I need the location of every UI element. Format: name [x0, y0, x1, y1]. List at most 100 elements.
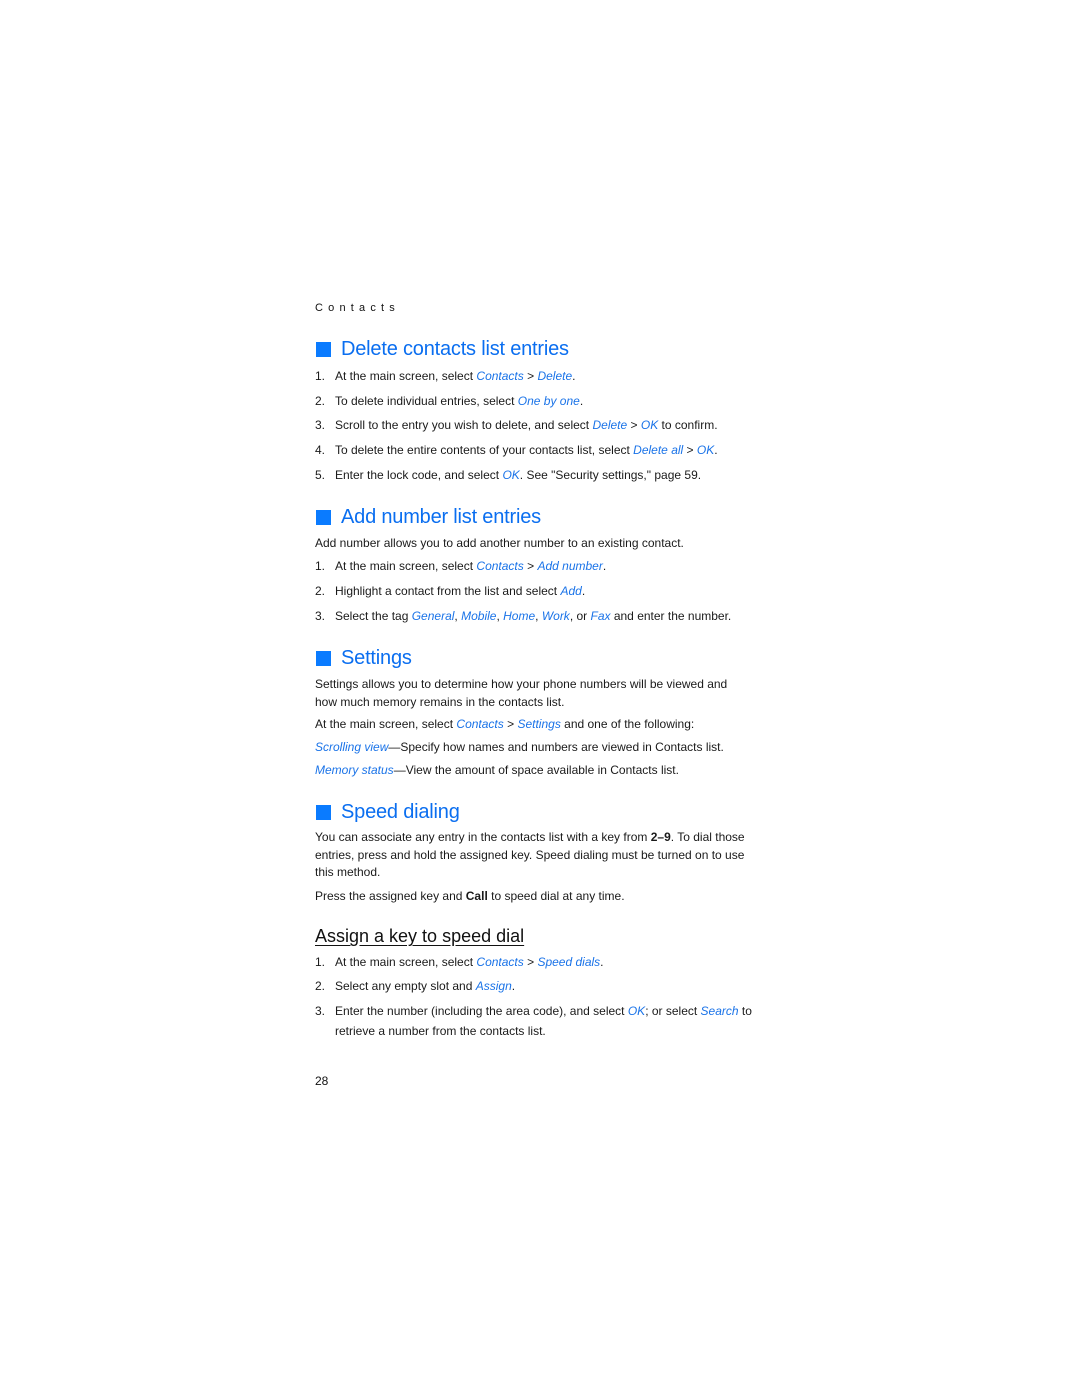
- paragraph: You can associate any entry in the conta…: [315, 829, 760, 882]
- running-head: Contacts: [315, 302, 401, 314]
- step-number: 2.: [315, 979, 326, 993]
- step-number: 2.: [315, 394, 326, 408]
- step-text: Select the tag: [335, 609, 412, 623]
- list-item: 3. Scroll to the entry you wish to delet…: [315, 416, 760, 436]
- menu-link-add: Add: [560, 584, 582, 598]
- step-text: To delete the entire contents of your co…: [335, 443, 634, 457]
- list-item: 4. To delete the entire contents of your…: [315, 441, 760, 461]
- text: Press the assigned key and: [315, 889, 466, 903]
- menu-link-settings: Settings: [517, 717, 561, 731]
- separator: , or: [569, 609, 591, 623]
- separator: >: [523, 559, 538, 573]
- paragraph: Press the assigned key and Call to speed…: [315, 888, 760, 906]
- square-bullet-icon: [316, 651, 331, 666]
- list-item: 1. At the main screen, select Contacts >…: [315, 367, 760, 387]
- section-heading-settings: Settings: [315, 647, 412, 670]
- option-memory-status: Memory status: [315, 763, 394, 777]
- square-bullet-icon: [316, 805, 331, 820]
- tag-mobile: Mobile: [461, 609, 497, 623]
- step-text: .: [511, 979, 516, 993]
- list-item: 2. Select any empty slot and Assign.: [315, 977, 760, 997]
- heading-text: Speed dialing: [341, 801, 460, 823]
- text: and one of the following:: [560, 717, 695, 731]
- paragraph: Add number allows you to add another num…: [315, 536, 684, 550]
- step-text: Enter the number (including the area cod…: [335, 1004, 628, 1018]
- step-text: Select any empty slot and: [335, 979, 476, 993]
- paragraph: Settings allows you to determine how you…: [315, 677, 728, 709]
- menu-link-search: Search: [700, 1004, 739, 1018]
- section-heading-delete: Delete contacts list entries: [315, 338, 569, 361]
- menu-link-ok: OK: [502, 468, 520, 482]
- step-number: 1.: [315, 955, 326, 969]
- menu-link-speed-dials: Speed dials: [537, 955, 601, 969]
- menu-link-one-by-one: One by one: [517, 394, 580, 408]
- heading-text: Delete contacts list entries: [341, 338, 569, 360]
- step-text: .: [600, 955, 604, 969]
- step-text: .: [714, 443, 718, 457]
- step-text: .: [581, 584, 586, 598]
- step-text: Enter the lock code, and select: [335, 468, 503, 482]
- text: At the main screen, select: [315, 717, 457, 731]
- step-text: Highlight a contact from the list and se…: [335, 584, 561, 598]
- key-range: 2–9: [650, 830, 671, 844]
- option-scrolling-view: Scrolling view: [315, 740, 389, 754]
- square-bullet-icon: [316, 510, 331, 525]
- step-text: At the main screen, select: [335, 369, 477, 383]
- separator: >: [683, 443, 697, 457]
- step-text: At the main screen, select: [335, 955, 477, 969]
- step-number: 1.: [315, 369, 326, 383]
- step-text: and enter the number.: [610, 609, 732, 623]
- list-item: 2. Highlight a contact from the list and…: [315, 582, 760, 602]
- separator: >: [503, 717, 518, 731]
- separator: >: [523, 955, 538, 969]
- subheading-assign-key: Assign a key to speed dial: [315, 926, 525, 946]
- page-number: 28: [315, 1074, 329, 1088]
- list-item: 1. At the main screen, select Contacts >…: [315, 953, 760, 973]
- menu-link-contacts: Contacts: [456, 717, 504, 731]
- menu-link-ok: OK: [627, 1004, 646, 1018]
- list-item: 5. Enter the lock code, and select OK. S…: [315, 466, 760, 486]
- step-text: At the main screen, select: [335, 559, 477, 573]
- step-text: .: [579, 394, 584, 408]
- menu-link-contacts: Contacts: [476, 955, 524, 969]
- menu-link-add-number: Add number: [537, 559, 603, 573]
- step-number: 1.: [315, 559, 326, 573]
- list-item: 3. Select the tag General, Mobile, Home,…: [315, 607, 760, 627]
- step-number: 2.: [315, 584, 326, 598]
- text: to speed dial at any time.: [487, 889, 625, 903]
- step-text: .: [572, 369, 576, 383]
- step-number: 3.: [315, 609, 326, 623]
- heading-text: Settings: [341, 647, 412, 669]
- menu-link-delete-all: Delete all: [633, 443, 684, 457]
- step-number: 3.: [315, 418, 326, 432]
- step-text: Scroll to the entry you wish to delete, …: [335, 418, 593, 432]
- step-number: 3.: [315, 1004, 326, 1018]
- list-item: 2. To delete individual entries, select …: [315, 392, 760, 412]
- paragraph: At the main screen, select Contacts > Se…: [315, 716, 760, 734]
- tag-fax: Fax: [590, 609, 611, 623]
- step-text: to confirm.: [658, 418, 718, 432]
- menu-link-ok: OK: [696, 443, 715, 457]
- tag-home: Home: [503, 609, 536, 623]
- option-description: —View the amount of space available in C…: [393, 763, 679, 777]
- separator: >: [627, 418, 641, 432]
- tag-work: Work: [541, 609, 570, 623]
- heading-text: Add number list entries: [341, 506, 541, 528]
- step-text: To delete individual entries, select: [335, 394, 518, 408]
- step-number: 5.: [315, 468, 326, 482]
- tag-general: General: [411, 609, 455, 623]
- list-item: 1. At the main screen, select Contacts >…: [315, 557, 760, 577]
- separator: >: [523, 369, 538, 383]
- option-item: Scrolling view—Specify how names and num…: [315, 739, 760, 757]
- section-heading-speed-dialing: Speed dialing: [315, 801, 460, 824]
- option-item: Memory status—View the amount of space a…: [315, 762, 760, 780]
- call-key: Call: [465, 889, 488, 903]
- text: You can associate any entry in the conta…: [315, 830, 651, 844]
- menu-link-ok: OK: [640, 418, 659, 432]
- menu-link-delete: Delete: [537, 369, 573, 383]
- step-number: 4.: [315, 443, 326, 457]
- menu-link-delete: Delete: [592, 418, 628, 432]
- menu-link-contacts: Contacts: [476, 559, 524, 573]
- option-description: —Specify how names and numbers are viewe…: [388, 740, 724, 754]
- list-item: 3. Enter the number (including the area …: [315, 1002, 760, 1041]
